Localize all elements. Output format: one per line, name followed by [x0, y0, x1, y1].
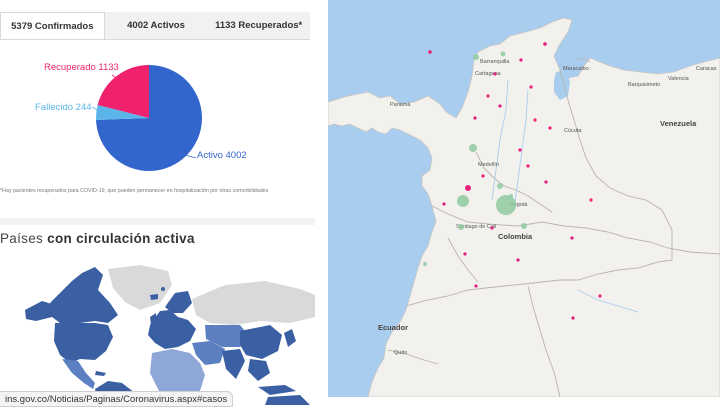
case-tabs: 5379 Confirmados 4002 Activos 1133 Recup… — [0, 12, 311, 40]
dot-22[interactable] — [571, 316, 575, 320]
dot-21[interactable] — [474, 284, 478, 288]
bubble-bucaramanga-recovered[interactable] — [521, 223, 527, 229]
world-canada[interactable] — [50, 267, 118, 323]
dot-13[interactable] — [518, 148, 522, 152]
bubble-antioquia-recovered[interactable] — [469, 144, 477, 152]
dot-24[interactable] — [442, 202, 446, 206]
world-china[interactable] — [240, 325, 282, 359]
tab-confirmados[interactable]: 5379 Confirmados — [0, 12, 105, 39]
world-japan[interactable] — [284, 329, 296, 347]
dot-10[interactable] — [473, 116, 477, 120]
world-usa[interactable] — [54, 323, 113, 363]
label-colombia: Colombia — [498, 232, 533, 241]
dot-18[interactable] — [516, 258, 520, 262]
dot-17[interactable] — [463, 252, 467, 256]
dot-7[interactable] — [498, 104, 502, 108]
world-se-asia[interactable] — [248, 359, 270, 381]
dot-19[interactable] — [570, 236, 574, 240]
tab-activos[interactable]: 4002 Activos — [104, 12, 208, 39]
bubble-boyaca-recovered[interactable] — [423, 262, 427, 266]
pie-label-recuperado: Recuperado 1133 — [44, 62, 119, 73]
bubble-medellin-recovered[interactable] — [457, 195, 469, 207]
label-valencia: Valencia — [668, 76, 690, 82]
dot-9[interactable] — [548, 126, 552, 130]
world-caribbean[interactable] — [95, 371, 106, 376]
bubble-barranquilla-recovered[interactable] — [473, 54, 479, 60]
section-divider — [0, 218, 315, 225]
world-indonesia[interactable] — [258, 385, 296, 395]
dot-20[interactable] — [589, 198, 593, 202]
left-panel: 5379 Confirmados 4002 Activos 1133 Recup… — [0, 0, 315, 407]
label-cucuta: Cúcuta — [564, 128, 582, 134]
bubble-cali-recovered[interactable] — [458, 224, 464, 230]
dot-4[interactable] — [519, 58, 523, 62]
dot-15[interactable] — [544, 180, 548, 184]
dot-16[interactable] — [490, 226, 494, 230]
label-panama: Panamá — [390, 102, 411, 108]
dot-2[interactable] — [543, 42, 547, 46]
bubble-bogota-recovered[interactable] — [496, 195, 516, 215]
tab-recuperados[interactable]: 1133 Recuperados* — [207, 12, 311, 39]
world-scandinavia[interactable] — [165, 291, 192, 313]
world-mexico[interactable] — [62, 359, 95, 389]
panel-gap — [315, 0, 328, 405]
bubble-tolima-recovered[interactable] — [509, 194, 513, 198]
world-russia[interactable] — [192, 281, 315, 325]
dot-5[interactable] — [529, 85, 533, 89]
map-bottom-strip — [328, 397, 720, 405]
world-uk[interactable] — [150, 313, 157, 325]
world-island-1 — [161, 287, 165, 291]
label-medellin: Medellín — [478, 162, 499, 168]
leader-activo — [184, 154, 197, 159]
countries-title: Países con circulación activa — [0, 231, 195, 246]
label-maracaibo: Maracaibo — [563, 66, 589, 72]
label-cartagena: Cartagena — [475, 71, 502, 77]
world-map[interactable] — [0, 255, 315, 405]
label-caracas: Caracas — [696, 66, 717, 72]
dot-11[interactable] — [465, 185, 471, 191]
pie-chart: Recuperado 1133 Fallecido 244 Activo 400… — [0, 45, 310, 195]
pie-label-fallecido: Fallecido 244 — [35, 102, 92, 113]
recovered-footnote: *Hay pacientes recuperados para COVID-19… — [0, 188, 269, 194]
dot-12[interactable] — [481, 174, 485, 178]
bubble-caldas-recovered[interactable] — [497, 183, 503, 189]
dot-8[interactable] — [533, 118, 537, 122]
dot-14[interactable] — [526, 164, 530, 168]
dot-6[interactable] — [486, 94, 490, 98]
world-india[interactable] — [222, 349, 245, 379]
bubble-huila-recovered[interactable] — [500, 51, 506, 57]
label-quito: Quito — [394, 350, 407, 356]
countries-title-bold: con circulación activa — [47, 231, 195, 246]
pie-label-activo: Activo 4002 — [197, 150, 247, 161]
dot-23[interactable] — [598, 294, 602, 298]
label-ecuador: Ecuador — [378, 323, 408, 332]
label-barquisimeto: Barquisimeto — [628, 82, 660, 88]
countries-title-light: Países — [0, 231, 44, 246]
world-australia[interactable] — [265, 395, 310, 405]
label-barranquilla: Barranquilla — [480, 59, 510, 65]
dot-1[interactable] — [428, 50, 432, 54]
dot-3[interactable] — [493, 72, 497, 76]
label-venezuela: Venezuela — [660, 119, 697, 128]
colombia-map[interactable]: Barranquilla Cartagena Maracaibo Panamá … — [328, 0, 720, 397]
world-iceland[interactable] — [150, 294, 158, 300]
